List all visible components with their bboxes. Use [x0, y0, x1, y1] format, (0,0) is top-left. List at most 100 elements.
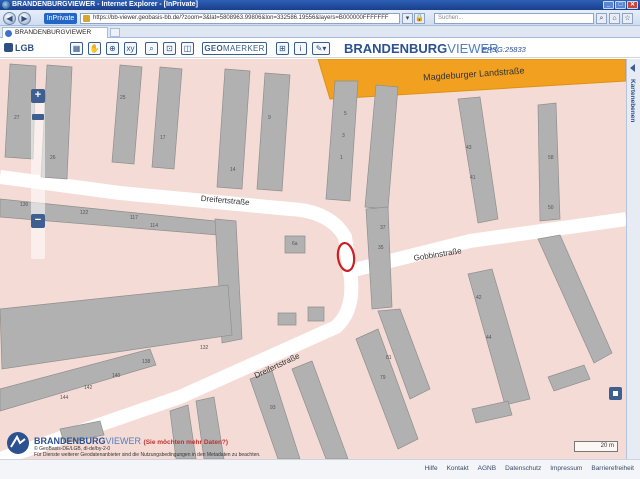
building: [307, 306, 325, 322]
house-number: 43: [466, 145, 472, 151]
ie-icon: [2, 1, 10, 9]
search-icon[interactable]: ⌕: [596, 13, 607, 24]
layer-side-panel[interactable]: Kartenebenen: [626, 59, 640, 459]
footer-brand-light: VIEWER: [105, 436, 142, 446]
zoom-box-icon[interactable]: ⊕: [106, 42, 119, 55]
house-number: 93: [270, 405, 276, 411]
geomaerker-button[interactable]: GEOMAERKER: [202, 42, 267, 55]
house-number: 144: [60, 395, 69, 401]
map-footer: BRANDENBURGVIEWER (Sie möchten mehr Date…: [6, 429, 266, 459]
building: [256, 72, 291, 192]
house-number: 140: [112, 373, 121, 379]
house-number: 122: [80, 210, 89, 216]
lgb-logo-text: LGB: [15, 43, 34, 53]
building: [111, 64, 143, 165]
footer-note: Für Dienste weiterer Geodatenanbieter si…: [34, 452, 261, 458]
close-icon[interactable]: ✕: [627, 1, 638, 9]
scale-icon[interactable]: ⊡: [163, 42, 176, 55]
footer-brand-bold: BRANDENBURG: [34, 436, 106, 446]
overview-map-button[interactable]: [609, 387, 622, 400]
address-bar[interactable]: https://bb-viewer.geobasis-bb.de/?zoom=3…: [80, 13, 400, 24]
lgb-logo-icon: [4, 43, 13, 52]
building: [547, 364, 591, 392]
expand-arrow-icon[interactable]: [630, 64, 635, 72]
zoom-out-button[interactable]: −: [31, 214, 45, 228]
search-map-icon[interactable]: ⌕: [145, 42, 158, 55]
house-number: 114: [150, 223, 158, 229]
footer-brand: BRANDENBURGVIEWER (Sie möchten mehr Date…: [34, 436, 228, 446]
link-datenschutz[interactable]: Datenschutz: [505, 465, 541, 472]
tab-brandenburgviewer[interactable]: BRANDENBURGVIEWER: [2, 27, 108, 38]
forward-button[interactable]: ▶: [18, 12, 31, 25]
home-icon[interactable]: ⌂: [609, 13, 620, 24]
building: [457, 96, 499, 224]
brandenburgviewer-brand: BRANDENBURGVIEWER: [344, 42, 499, 56]
map-canvas[interactable]: Magdeburger Landstraße Dreifertstraße Go…: [0, 59, 626, 459]
house-number: 3: [342, 133, 345, 139]
building: [467, 268, 531, 406]
layer-icon[interactable]: ▦: [70, 42, 83, 55]
house-number: 117: [130, 215, 138, 221]
new-tab-button[interactable]: [110, 28, 120, 37]
more-data-link[interactable]: (Sie möchten mehr Daten?): [144, 439, 229, 446]
brandenburgviewer-logo-icon: [7, 432, 29, 454]
browser-nav-bar: ◀ ▶ InPrivate https://bb-viewer.geobasis…: [0, 10, 640, 26]
favorites-icon[interactable]: ☆: [622, 13, 633, 24]
grid-icon[interactable]: ⊞: [276, 42, 289, 55]
info-icon[interactable]: i: [294, 42, 307, 55]
pen-tool-icon[interactable]: ✎▾: [312, 42, 330, 55]
house-number: 9: [268, 115, 271, 121]
zoom-in-button[interactable]: +: [31, 89, 45, 103]
window-title-bar: BRANDENBURGVIEWER - Internet Explorer - …: [0, 0, 640, 10]
lock-icon: [83, 15, 90, 22]
house-number: 142: [84, 385, 93, 391]
zoom-slider-thumb[interactable]: [32, 114, 44, 120]
map-svg[interactable]: Magdeburger Landstraße Dreifertstraße Go…: [0, 59, 626, 459]
house-number: 81: [386, 355, 392, 361]
house-number: 35: [378, 245, 384, 251]
building: [277, 312, 297, 326]
house-number: 138: [142, 359, 151, 365]
road-gobbinstrasse: [348, 212, 626, 278]
tab-title: BRANDENBURGVIEWER: [15, 29, 92, 36]
inprivate-badge[interactable]: InPrivate: [44, 13, 77, 24]
house-number: 41: [470, 175, 476, 181]
search-input[interactable]: Suchen...: [434, 13, 594, 24]
link-hilfe[interactable]: Hilfe: [425, 465, 438, 472]
url-text: https://bb-viewer.geobasis-bb.de/?zoom=3…: [93, 15, 389, 21]
building: [291, 360, 349, 459]
tab-bar: BRANDENBURGVIEWER: [0, 26, 640, 38]
ruler-icon[interactable]: ◫: [181, 42, 194, 55]
house-number: 1: [340, 155, 343, 161]
building: [537, 234, 613, 364]
house-number: 37: [380, 225, 386, 231]
house-number: 58: [548, 155, 554, 161]
minimize-icon[interactable]: _: [603, 1, 614, 9]
bottom-bar: Hilfe Kontakt AGNB Datenschutz Impressum…: [0, 459, 640, 479]
lgb-logo[interactable]: LGB: [4, 43, 34, 53]
scale-bar: 20 m: [574, 441, 618, 452]
back-button[interactable]: ◀: [3, 12, 16, 25]
brand-bold: BRANDENBURG: [344, 41, 448, 56]
building: [151, 66, 183, 170]
house-number: 14: [230, 167, 236, 173]
house-number: 17: [160, 135, 166, 141]
link-barrierefreiheit[interactable]: Barrierefreiheit: [591, 465, 634, 472]
xy-coordinate-icon[interactable]: xy: [124, 42, 137, 55]
building: [0, 284, 233, 370]
link-agnb[interactable]: AGNB: [478, 465, 496, 472]
house-number: 5: [344, 111, 347, 117]
pan-hand-icon[interactable]: ✋: [88, 42, 101, 55]
house-number: 50: [548, 205, 554, 211]
link-kontakt[interactable]: Kontakt: [447, 465, 469, 472]
building: [40, 64, 73, 180]
app-toolbar: LGB ▦ ✋ ⊕ xy ⌕ ⊡ ◫ GEOMAERKER ⊞ i ✎▾ BRA…: [0, 39, 640, 58]
security-icon[interactable]: 🔒: [414, 13, 425, 24]
house-number: 130: [20, 202, 29, 208]
building: [537, 102, 561, 222]
address-dropdown-icon[interactable]: ▾: [402, 13, 413, 24]
link-impressum[interactable]: Impressum: [550, 465, 582, 472]
layer-panel-label[interactable]: Kartenebenen: [629, 79, 636, 122]
maximize-icon[interactable]: □: [615, 1, 626, 9]
geomarker-right: MAERKER: [223, 44, 265, 53]
